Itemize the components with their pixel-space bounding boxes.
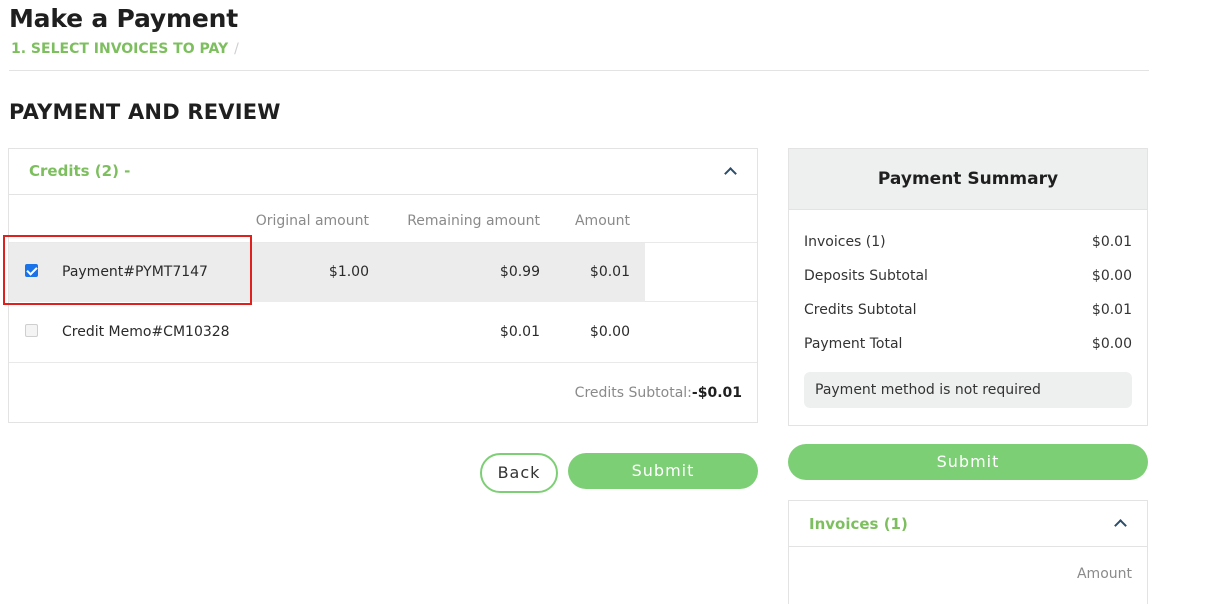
summary-value: $0.01 xyxy=(1091,302,1132,318)
chevron-up-icon[interactable] xyxy=(724,167,737,180)
highlight-box xyxy=(3,235,252,305)
credits-header[interactable]: Credits (2) - xyxy=(9,149,757,195)
table-row: Credit Memo#CM10328 $0.01 $0.00 xyxy=(9,303,757,363)
invoices-panel: Invoices (1) Amount xyxy=(788,500,1148,604)
credit-remaining-amount: $0.01 xyxy=(499,324,540,340)
credit-original-amount: $1.00 xyxy=(328,264,369,280)
summary-row-payment-total: Payment Total $0.00 xyxy=(804,336,1132,356)
credits-subtotal-label: Credits Subtotal: xyxy=(574,385,692,401)
summary-value: $0.01 xyxy=(1091,234,1132,250)
summary-row-deposits: Deposits Subtotal $0.00 xyxy=(804,268,1132,288)
summary-row-credits: Credits Subtotal $0.01 xyxy=(804,302,1132,322)
breadcrumb: 1. SELECT INVOICES TO PAY / xyxy=(11,41,239,57)
page-title: Make a Payment xyxy=(9,4,238,33)
payment-method-note: Payment method is not required xyxy=(804,372,1132,408)
summary-submit-button[interactable]: Submit xyxy=(788,444,1148,480)
summary-label: Credits Subtotal xyxy=(804,302,917,318)
summary-value: $0.00 xyxy=(1091,268,1132,284)
credits-subtotal: Credits Subtotal:-$0.01 xyxy=(575,385,742,401)
invoices-header[interactable]: Invoices (1) xyxy=(789,501,1147,547)
column-original-amount: Original amount xyxy=(255,213,369,229)
credit-name: Credit Memo#CM10328 xyxy=(62,324,230,340)
submit-button[interactable]: Submit xyxy=(568,453,758,489)
summary-row-invoices: Invoices (1) $0.01 xyxy=(804,234,1132,254)
section-title: PAYMENT AND REVIEW xyxy=(9,100,281,124)
summary-value: $0.00 xyxy=(1091,336,1132,352)
column-remaining-amount: Remaining amount xyxy=(407,213,540,229)
row-checkbox[interactable] xyxy=(25,324,38,337)
credit-amount[interactable]: $0.01 xyxy=(590,264,630,280)
credit-amount[interactable]: $0.00 xyxy=(590,324,630,340)
credit-remaining-amount: $0.99 xyxy=(499,264,540,280)
column-amount: Amount xyxy=(574,213,630,229)
top-divider xyxy=(9,70,1149,71)
breadcrumb-step-select-invoices[interactable]: 1. SELECT INVOICES TO PAY xyxy=(11,41,228,57)
summary-label: Deposits Subtotal xyxy=(804,268,928,284)
credits-subtotal-value: -$0.01 xyxy=(691,385,742,401)
invoices-column-amount: Amount xyxy=(1076,566,1132,582)
summary-label: Payment Total xyxy=(804,336,903,352)
chevron-up-icon[interactable] xyxy=(1114,519,1127,532)
breadcrumb-separator: / xyxy=(234,41,239,57)
invoices-title: Invoices (1) xyxy=(809,515,908,533)
credits-title: Credits (2) - xyxy=(29,162,131,180)
summary-label: Invoices (1) xyxy=(804,234,886,250)
payment-summary-panel: Payment Summary Invoices (1) $0.01 Depos… xyxy=(788,148,1148,426)
summary-title: Payment Summary xyxy=(877,169,1059,189)
summary-header: Payment Summary xyxy=(789,149,1147,210)
back-button[interactable]: Back xyxy=(480,453,558,493)
